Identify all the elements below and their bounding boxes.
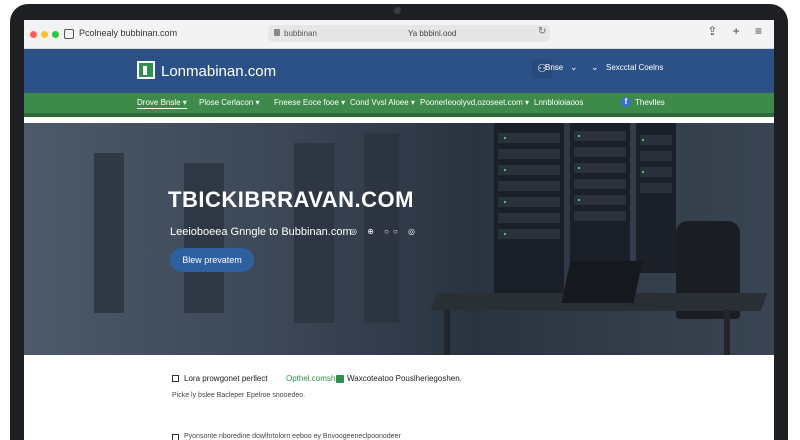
hero-subtitle: Leeioboeea Gnngle to Bubbinan.com (170, 226, 352, 238)
feature-line-1: Lora prowgonet perllect (184, 374, 268, 383)
green-check-icon (336, 375, 344, 383)
nav-item-6[interactable]: Lnnbloioiaoos (534, 98, 583, 107)
address-bar[interactable]: bubbinan Ya bbbinl.ood ↻ (268, 25, 550, 42)
feature-line-1-tail: Waxcoteatoo Pouslheriegoshen. (347, 374, 462, 383)
nav-item-7[interactable]: Thevlles (635, 98, 665, 107)
header-contact-link[interactable]: Sexcctal Coelns (606, 63, 663, 72)
hero-title: TBICKIBRRAVAN.COM (168, 187, 414, 212)
feature-line-2: Pyonsonte nboredine dowlhrtolorn eeboo e… (184, 433, 401, 440)
content-area: Lora prowgonet perllect Opthel.comsh Wax… (24, 355, 774, 440)
site-logo-text[interactable]: Lonmabinan.com (161, 63, 276, 80)
server-rack-bg (94, 153, 124, 313)
feature-description: Picke ly bslee Bacleper Epelroe snooedeo… (172, 392, 306, 399)
cta-button[interactable]: Blew prevatem (170, 248, 254, 272)
nav-item-2[interactable]: Plose Cerlacon ▾ (199, 98, 260, 107)
camera-dot (394, 7, 401, 14)
checkbox[interactable] (172, 375, 179, 382)
nav-item-5[interactable]: Poonerleoolyvd,ozoseet.com ▾ (420, 98, 529, 107)
server-rack (570, 123, 630, 283)
server-rack (636, 123, 676, 273)
laptop (561, 261, 643, 303)
feature-line-1-link[interactable]: Opthel.comsh (286, 374, 335, 383)
maximize-window-icon[interactable] (52, 31, 59, 38)
close-window-icon[interactable] (30, 31, 37, 38)
site-header: Lonmabinan.com ⚇ Bnse ⌄ ⌄ Sexcctal Coeln… (24, 49, 774, 93)
nav-item-3[interactable]: Fneese Eoce fooe ▾ (274, 98, 345, 107)
logo-icon[interactable] (137, 61, 155, 79)
address-url: Ya bbbinl.ood (408, 29, 457, 38)
sidebar-toggle-icon[interactable] (64, 29, 74, 39)
header-search-link[interactable]: Bnse (545, 63, 563, 72)
address-site-label: bubbinan (284, 29, 317, 38)
reload-icon[interactable]: ↻ (538, 26, 546, 37)
minimize-window-icon[interactable] (41, 31, 48, 38)
browser-tab-title[interactable]: Pcolnealy bubbinan.com (79, 28, 177, 38)
facebook-icon[interactable]: f (621, 97, 631, 107)
server-rack-bg (184, 163, 224, 313)
nav-item-home[interactable]: Drove Bnsle ▾ (137, 98, 187, 109)
desk-leg (444, 309, 450, 355)
nav-item-4[interactable]: Cond Vvsl Aloee ▾ (350, 98, 415, 107)
main-nav: Drove Bnsle ▾ Plose Cerlacon ▾ Fneese Eo… (24, 93, 774, 117)
browser-toolbar-icons[interactable]: ⇪ + ≡ (707, 24, 768, 38)
chevron-down-icon[interactable]: ⌄ (591, 62, 599, 73)
chevron-down-icon[interactable]: ⌄ (570, 62, 578, 73)
social-icons[interactable]: ◎ ⊕ ○○ ◎ (350, 227, 419, 236)
desk-leg (724, 309, 730, 355)
lock-icon (274, 29, 280, 36)
screen: Pcolnealy bubbinan.com bubbinan Ya bbbin… (24, 20, 774, 440)
checkbox[interactable] (172, 434, 179, 440)
browser-toolbar: Pcolnealy bubbinan.com bubbinan Ya bbbin… (24, 20, 774, 49)
server-rack (494, 123, 564, 293)
hero-banner: TBICKIBRRAVAN.COM Leeioboeea Gnngle to B… (24, 123, 774, 355)
